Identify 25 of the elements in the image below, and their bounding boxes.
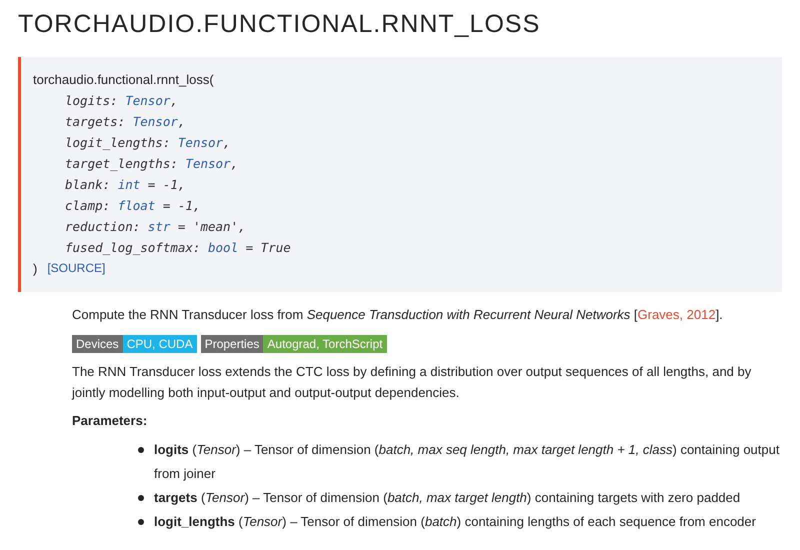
- badge-value: CPU, CUDA: [122, 334, 197, 352]
- parameter-description: logit_lengths (Tensor) – Tensor of dimension (batch) containing lengths of each sequence from encoder: [154, 512, 756, 531]
- summary-text: Compute the RNN Transducer loss from Sequence Transduction with Recurrent Neural Networks [Graves, 2012].: [72, 306, 724, 324]
- closing-paren: ): [33, 260, 38, 278]
- parameter-line: target_lengths: Tensor,: [64, 155, 240, 173]
- parameters-heading: Parameters:: [72, 412, 148, 428]
- description-text: The RNN Transducer loss extends the CTC loss by defining a distribution over output sequences of all lengths, and by jointly modelling both input-output and output-output dependencies.: [72, 362, 752, 402]
- parameter-line: blank: int = -1,: [64, 176, 186, 194]
- parameter-line: reduction: str = 'mean',: [64, 218, 247, 236]
- badge-label: Devices: [72, 334, 123, 352]
- parameter-line: clamp: float = -1,: [64, 197, 202, 215]
- parameter-line: logits: Tensor,: [64, 92, 179, 110]
- badge-label: Properties: [200, 334, 264, 352]
- bullet-icon: [138, 446, 144, 452]
- parameter-line: fused_log_softmax: bool = True: [64, 239, 292, 257]
- bullet-icon: [138, 494, 144, 500]
- citation-link[interactable]: Graves, 2012: [638, 306, 716, 322]
- badge-value: Autograd, TorchScript: [263, 334, 387, 352]
- function-name: torchaudio.functional.rnnt_loss(: [33, 71, 215, 89]
- parameter-description: targets (Tensor) – Tensor of dimension (batch, max target length) containing targets with zero padded: [154, 488, 740, 507]
- bullet-icon: [138, 518, 144, 524]
- page-title: TORCHAUDIO.FUNCTIONAL.RNNT_LOSS: [18, 10, 542, 39]
- parameter-line: logit_lengths: Tensor,: [64, 134, 232, 152]
- parameter-line: targets: Tensor,: [64, 113, 186, 131]
- source-link[interactable]: [SOURCE]: [47, 258, 106, 280]
